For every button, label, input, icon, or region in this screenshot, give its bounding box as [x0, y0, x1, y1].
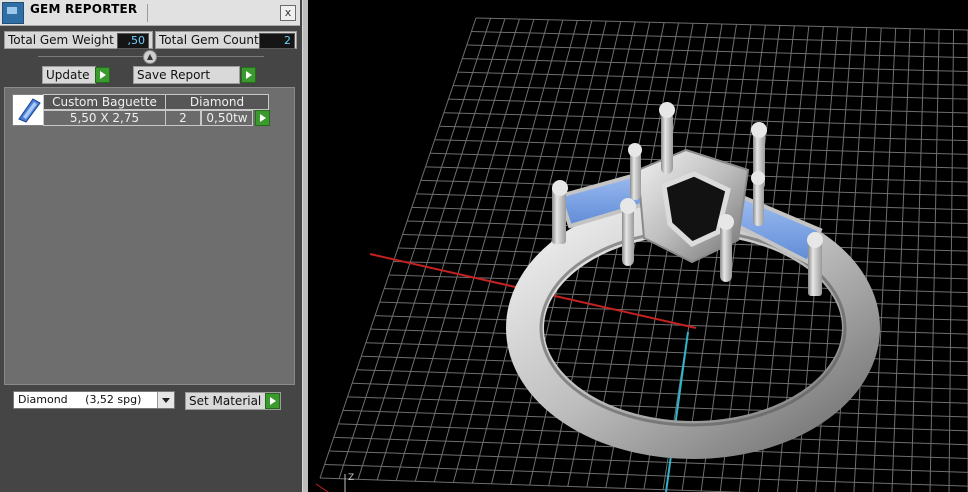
prong: [630, 150, 641, 200]
gem-material-cell: Diamond: [165, 94, 269, 110]
prong-tip: [751, 171, 765, 185]
grid-line: [872, 28, 897, 492]
update-button-label: Update: [46, 68, 90, 82]
grid-line: [319, 17, 477, 479]
prong: [753, 178, 764, 226]
axis-gizmo: Z: [315, 473, 354, 492]
dropdown-arrow-icon[interactable]: [157, 392, 174, 408]
prong-tip: [628, 143, 642, 157]
viewport-canvas: Z: [315, 17, 968, 492]
app-icon: [2, 2, 24, 24]
grid-line: [319, 477, 748, 492]
gem-name-cell: Custom Baguette: [43, 94, 166, 110]
grid-line: [376, 18, 520, 481]
update-button[interactable]: Update: [42, 66, 96, 84]
set-material-button-label: Set Material: [189, 394, 262, 408]
prong: [661, 112, 673, 174]
total-gem-weight-value: ,50: [117, 33, 149, 49]
grid-line: [395, 19, 535, 481]
gem-reporter-panel: GEM REPORTER x Total Gem Weight ,50 Tota…: [0, 0, 302, 492]
prong-tip: [718, 214, 734, 230]
total-gem-count-value: 2: [259, 33, 295, 49]
total-gem-weight-field: Total Gem Weight ,50: [4, 31, 153, 49]
collapse-icon[interactable]: ▲: [143, 50, 157, 64]
prong-tip: [807, 232, 823, 248]
play-arrow-icon[interactable]: [241, 67, 256, 83]
gem-weight-cell: 0,50tw: [201, 110, 253, 126]
gem-list-area: Custom Baguette Diamond 5,50 X 2,75 2 0,…: [4, 87, 295, 385]
grid-line: [853, 27, 882, 492]
grid-line: [414, 19, 549, 482]
title-bar: GEM REPORTER x: [0, 0, 300, 26]
grid-line: [891, 28, 911, 492]
prong-tip: [620, 198, 636, 214]
total-gem-weight-label: Total Gem Weight: [8, 33, 114, 47]
save-report-button[interactable]: Save Report: [133, 66, 240, 84]
gem-thumbnail-icon[interactable]: [12, 94, 46, 126]
title-separator: [147, 4, 148, 22]
gem-size-cell: 5,50 X 2,75: [43, 110, 166, 126]
axis-gizmo-label: Z: [348, 473, 354, 483]
3d-viewport[interactable]: Z: [308, 0, 968, 492]
total-gem-count-field: Total Gem Count 2: [155, 31, 297, 49]
grid-line: [338, 18, 491, 479]
prong-tip: [751, 122, 767, 138]
play-arrow-icon[interactable]: [255, 110, 270, 126]
material-dropdown-value: Diamond (3,52 spg): [18, 393, 142, 406]
close-icon[interactable]: x: [280, 5, 296, 21]
prong-tip: [552, 180, 568, 196]
total-gem-count-label: Total Gem Count: [159, 33, 259, 47]
play-arrow-icon[interactable]: [265, 393, 280, 409]
gem-count-cell: 2: [165, 110, 201, 126]
z-axis-line: [665, 331, 689, 492]
prong-tip: [659, 102, 675, 118]
play-arrow-icon[interactable]: [95, 67, 110, 83]
grid-line: [910, 28, 926, 492]
save-report-button-label: Save Report: [137, 68, 211, 82]
grid-line: [357, 18, 506, 480]
window-title: GEM REPORTER: [30, 2, 138, 16]
material-dropdown[interactable]: Diamond (3,52 spg): [13, 391, 175, 409]
